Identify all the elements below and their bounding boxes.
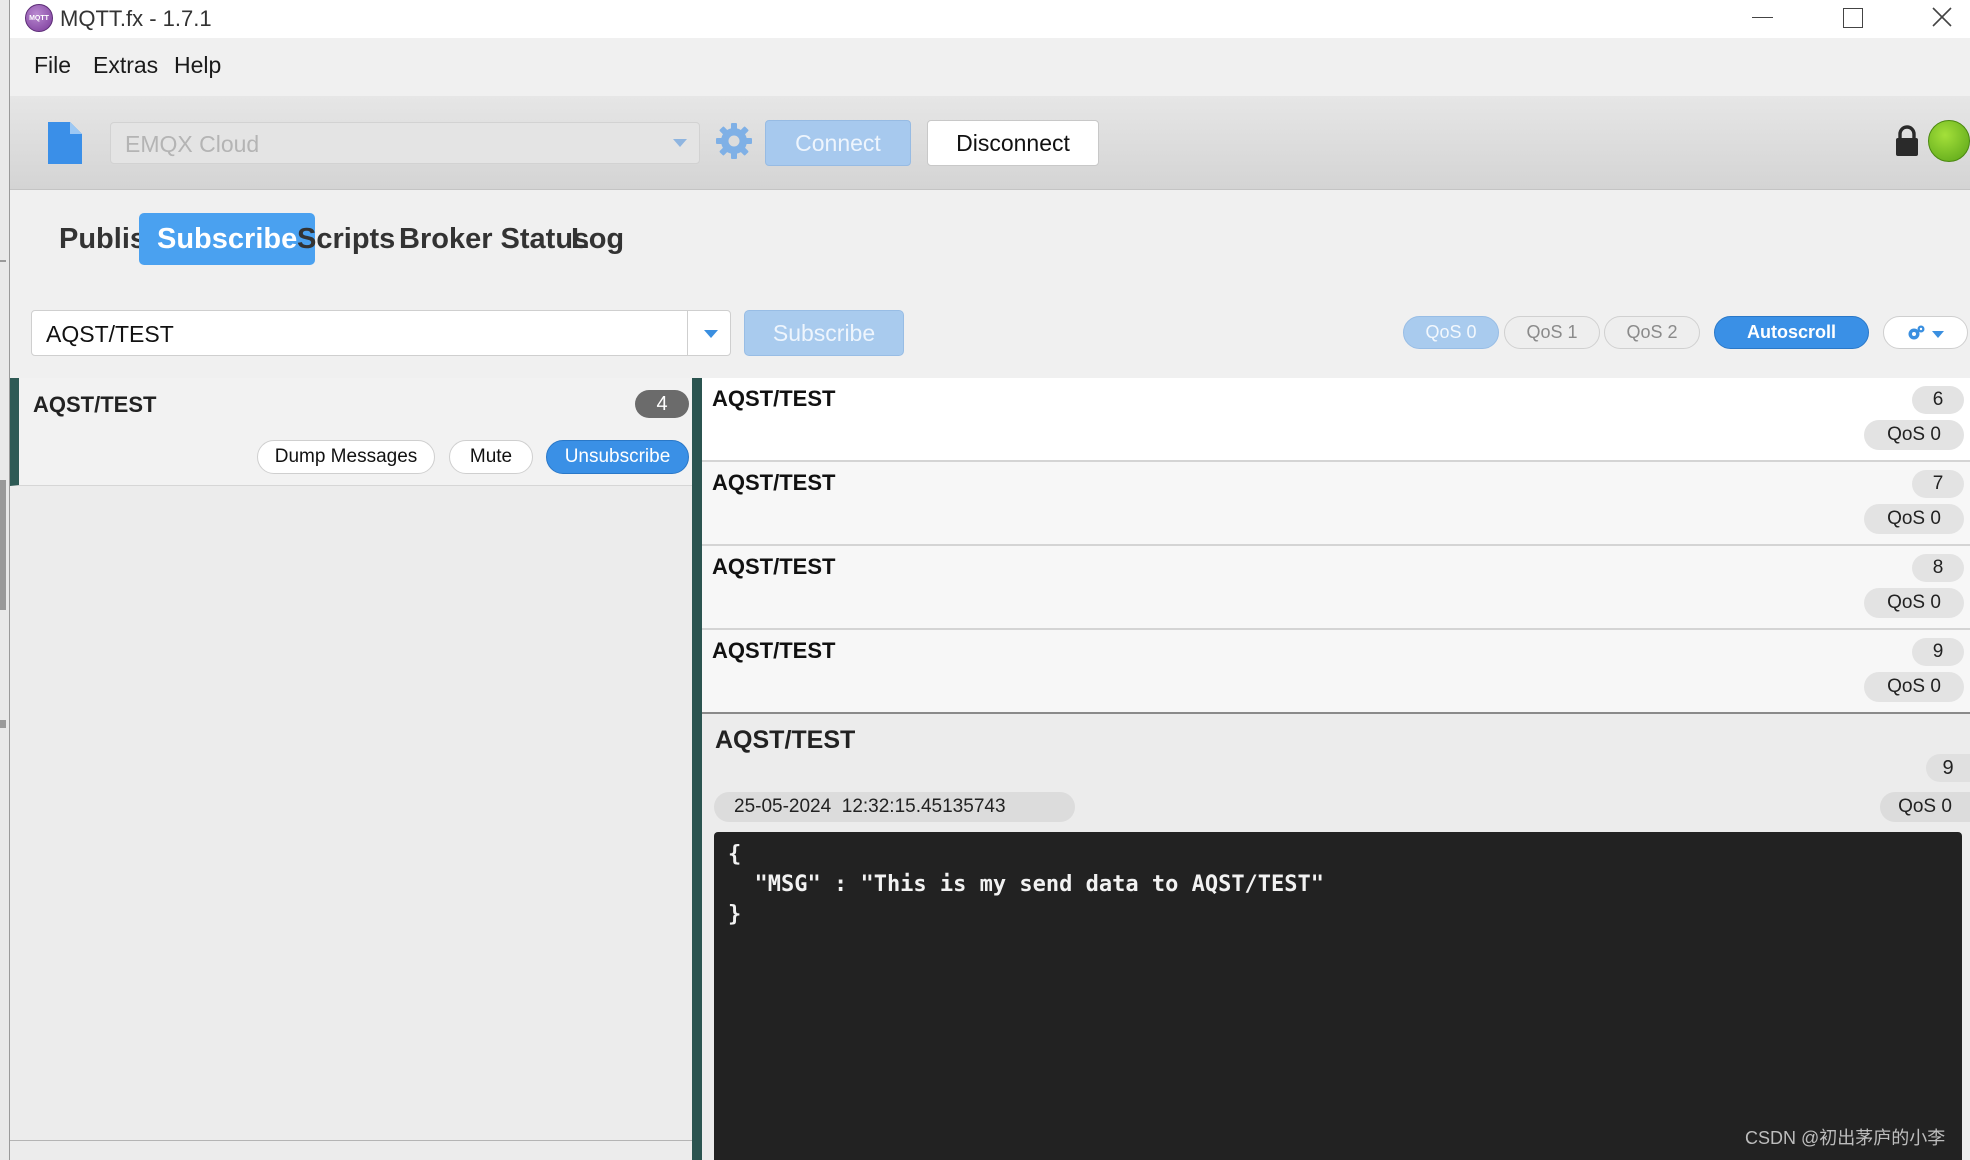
subscribe-topic-value: AQST/TEST [46,321,174,347]
main-tabs: Publish Subscribe Scripts Broker Status … [10,190,1970,284]
dump-messages-button[interactable]: Dump Messages [257,440,435,474]
mqttfx-window: MQTT fx MQTT.fx - 1.7.1 File Extras Help… [10,0,1970,1160]
options-dropdown-button[interactable] [1883,316,1968,349]
message-qos: QoS 0 [1864,672,1964,702]
profile-select[interactable]: EMQX Cloud [110,122,700,164]
qos-1-toggle[interactable]: QoS 1 [1504,316,1600,349]
chevron-down-icon [673,139,687,147]
detail-qos: QoS 0 [1880,792,1970,822]
detail-message-number: 9 [1926,754,1970,782]
chevron-down-icon [1932,331,1944,338]
message-row[interactable]: AQST/TEST 9 QoS 0 [702,630,1970,714]
pane-splitter[interactable] [692,378,702,1160]
subscription-topic: AQST/TEST [33,392,157,417]
message-list: AQST/TEST 6 QoS 0 AQST/TEST 7 QoS 0 AQST… [702,378,1970,714]
qos-0-toggle[interactable]: QoS 0 [1403,316,1499,349]
close-button[interactable] [1910,0,1970,36]
message-topic: AQST/TEST [712,386,836,411]
menu-extras[interactable]: Extras [93,52,158,79]
gears-icon [1908,325,1925,340]
message-topic: AQST/TEST [712,638,836,663]
subscriptions-pane: AQST/TEST 4 Dump Messages Mute Unsubscri… [10,378,692,1160]
menu-file[interactable]: File [34,52,71,79]
subscription-entry[interactable]: AQST/TEST 4 Dump Messages Mute Unsubscri… [10,378,692,486]
message-row[interactable]: AQST/TEST 6 QoS 0 [702,378,1970,462]
autoscroll-toggle[interactable]: Autoscroll [1714,316,1869,349]
maximize-button[interactable] [1820,0,1884,36]
menu-help[interactable]: Help [174,52,221,79]
subscribe-button[interactable]: Subscribe [744,310,904,356]
subscribe-topic-input[interactable]: AQST/TEST [31,310,731,356]
watermark: CSDN @初出茅庐的小李 [1745,1128,1946,1148]
menu-bar: File Extras Help [10,38,1970,96]
title-bar: MQTT fx MQTT.fx - 1.7.1 [10,0,1970,50]
window-title: MQTT.fx - 1.7.1 [60,6,212,31]
mute-button[interactable]: Mute [449,440,533,474]
message-qos: QoS 0 [1864,420,1964,450]
connect-button[interactable]: Connect [765,120,911,166]
minimize-button[interactable] [1730,0,1794,36]
subscription-message-count: 4 [635,390,689,418]
detail-topic: AQST/TEST [715,726,856,754]
message-number: 7 [1912,470,1964,498]
message-row[interactable]: AQST/TEST 7 QoS 0 [702,462,1970,546]
message-detail: AQST/TEST 9 25-05-2024 12:32:15.45135743… [702,712,1970,1160]
background-window-edge [0,0,10,1160]
payload-viewer[interactable]: { "MSG" : "This is my send data to AQST/… [714,832,1962,1160]
new-profile-icon[interactable] [46,120,84,166]
message-number: 9 [1912,638,1964,666]
app-logo: MQTT fx [25,4,53,50]
tab-log[interactable]: Log [553,213,642,265]
profile-select-value: EMQX Cloud [125,131,260,157]
message-qos: QoS 0 [1864,588,1964,618]
message-number: 6 [1912,386,1964,414]
message-topic: AQST/TEST [712,470,836,495]
connection-status-indicator [1928,120,1970,162]
chevron-down-icon[interactable] [704,330,718,338]
lock-icon [1896,125,1918,156]
connection-toolbar: EMQX Cloud Connect Disconnect [10,96,1970,190]
gear-icon[interactable] [713,120,755,162]
message-row[interactable]: AQST/TEST 8 QoS 0 [702,546,1970,630]
detail-timestamp: 25-05-2024 12:32:15.45135743 [714,792,1075,822]
close-icon [1932,7,1952,27]
subscriptions-pane-footer [10,1140,692,1160]
disconnect-button[interactable]: Disconnect [927,120,1099,166]
message-qos: QoS 0 [1864,504,1964,534]
message-topic: AQST/TEST [712,554,836,579]
unsubscribe-button[interactable]: Unsubscribe [546,440,689,474]
qos-2-toggle[interactable]: QoS 2 [1604,316,1700,349]
message-number: 8 [1912,554,1964,582]
